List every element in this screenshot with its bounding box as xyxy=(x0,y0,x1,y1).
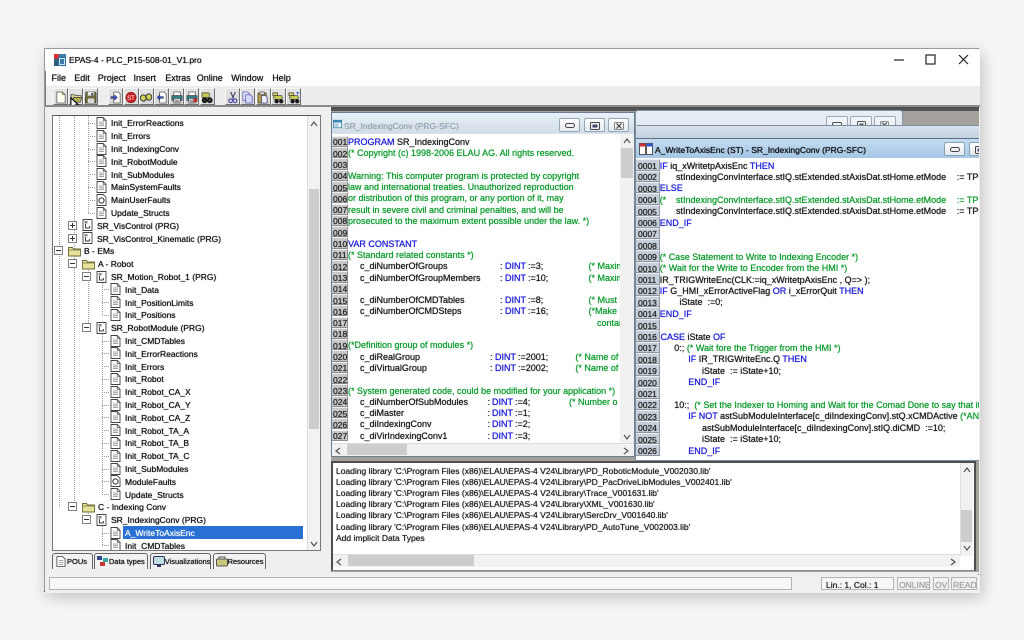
svg-text:ST: ST xyxy=(127,95,135,101)
